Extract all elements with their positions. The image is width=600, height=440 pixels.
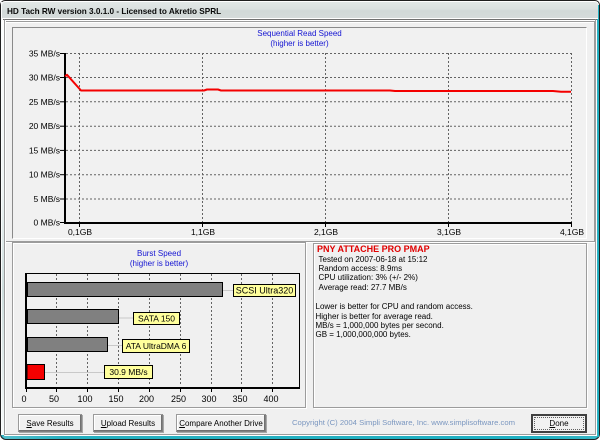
svg-text:250: 250: [171, 394, 186, 404]
svg-text:5 MB/s: 5 MB/s: [34, 194, 60, 204]
svg-text:30.9 MB/s: 30.9 MB/s: [109, 367, 147, 377]
svg-text:4,1GB: 4,1GB: [560, 227, 584, 236]
svg-text:300: 300: [201, 394, 216, 404]
svg-text:2,1GB: 2,1GB: [314, 227, 338, 236]
svg-text:SCSI Ultra320: SCSI Ultra320: [236, 286, 294, 296]
svg-text:SATA 150: SATA 150: [138, 314, 175, 324]
svg-text:0,1GB: 0,1GB: [68, 227, 92, 236]
svg-text:50: 50: [49, 394, 59, 404]
svg-text:ATA UltraDMA 6: ATA UltraDMA 6: [126, 341, 187, 351]
svg-text:1,1GB: 1,1GB: [191, 227, 215, 236]
svg-text:25 MB/s: 25 MB/s: [29, 97, 60, 107]
svg-text:35 MB/s: 35 MB/s: [29, 49, 60, 59]
svg-text:350: 350: [232, 394, 247, 404]
svg-text:20 MB/s: 20 MB/s: [29, 121, 60, 131]
svg-text:3,1GB: 3,1GB: [437, 227, 461, 236]
svg-text:0: 0: [21, 394, 26, 404]
svg-text:400: 400: [263, 394, 278, 404]
svg-text:15 MB/s: 15 MB/s: [29, 145, 60, 155]
svg-text:0 MB/s: 0 MB/s: [34, 218, 60, 228]
svg-text:200: 200: [139, 394, 154, 404]
svg-text:10 MB/s: 10 MB/s: [29, 170, 60, 180]
svg-text:150: 150: [108, 394, 123, 404]
svg-text:30 MB/s: 30 MB/s: [29, 73, 60, 83]
svg-text:100: 100: [77, 394, 92, 404]
